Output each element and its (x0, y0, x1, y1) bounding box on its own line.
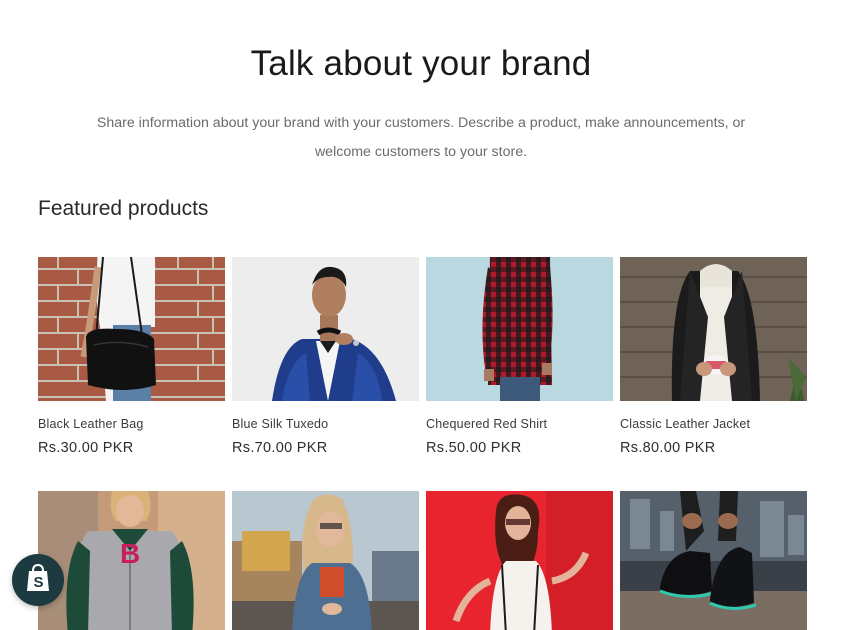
shopify-bag-icon: S (25, 563, 51, 598)
product-card-black-leather-bag[interactable]: Black Leather Bag Rs.30.00 PKR (38, 257, 225, 456)
product-title[interactable]: Chequered Red Shirt (426, 417, 613, 431)
svg-text:S: S (34, 574, 44, 591)
svg-text:B: B (120, 538, 140, 569)
product-title[interactable]: Black Leather Bag (38, 417, 225, 431)
product-card-chequered-red-shirt[interactable]: Chequered Red Shirt Rs.50.00 PKR (426, 257, 613, 456)
brand-title: Talk about your brand (250, 44, 592, 83)
product-image-blue-silk-tuxedo[interactable] (232, 257, 419, 401)
product-image-denim-jacket[interactable] (232, 491, 419, 630)
product-image-led-sneakers[interactable] (620, 491, 807, 630)
product-image-classic-leather-jacket[interactable] (620, 257, 807, 401)
product-image-white-tank-top[interactable] (426, 491, 613, 630)
product-image-varsity-jacket[interactable]: B (38, 491, 225, 630)
shopify-badge-button[interactable]: S (12, 554, 64, 606)
product-card[interactable] (426, 491, 613, 630)
product-card-blue-silk-tuxedo[interactable]: Blue Silk Tuxedo Rs.70.00 PKR (232, 257, 419, 456)
product-title[interactable]: Blue Silk Tuxedo (232, 417, 419, 431)
product-image-black-leather-bag[interactable] (38, 257, 225, 401)
brand-description: Share information about your brand with … (96, 115, 746, 160)
product-price: Rs.30.00 PKR (38, 440, 134, 456)
product-card-classic-leather-jacket[interactable]: Classic Leather Jacket Rs.80.00 PKR (620, 257, 807, 456)
product-price: Rs.80.00 PKR (620, 440, 716, 456)
product-card[interactable]: B (38, 491, 225, 630)
product-price: Rs.70.00 PKR (232, 440, 328, 456)
product-card[interactable] (620, 491, 807, 630)
featured-products-heading: Featured products (38, 197, 209, 220)
product-image-chequered-red-shirt[interactable] (426, 257, 613, 401)
product-price: Rs.50.00 PKR (426, 440, 522, 456)
product-title[interactable]: Classic Leather Jacket (620, 417, 807, 431)
product-card[interactable] (232, 491, 419, 630)
